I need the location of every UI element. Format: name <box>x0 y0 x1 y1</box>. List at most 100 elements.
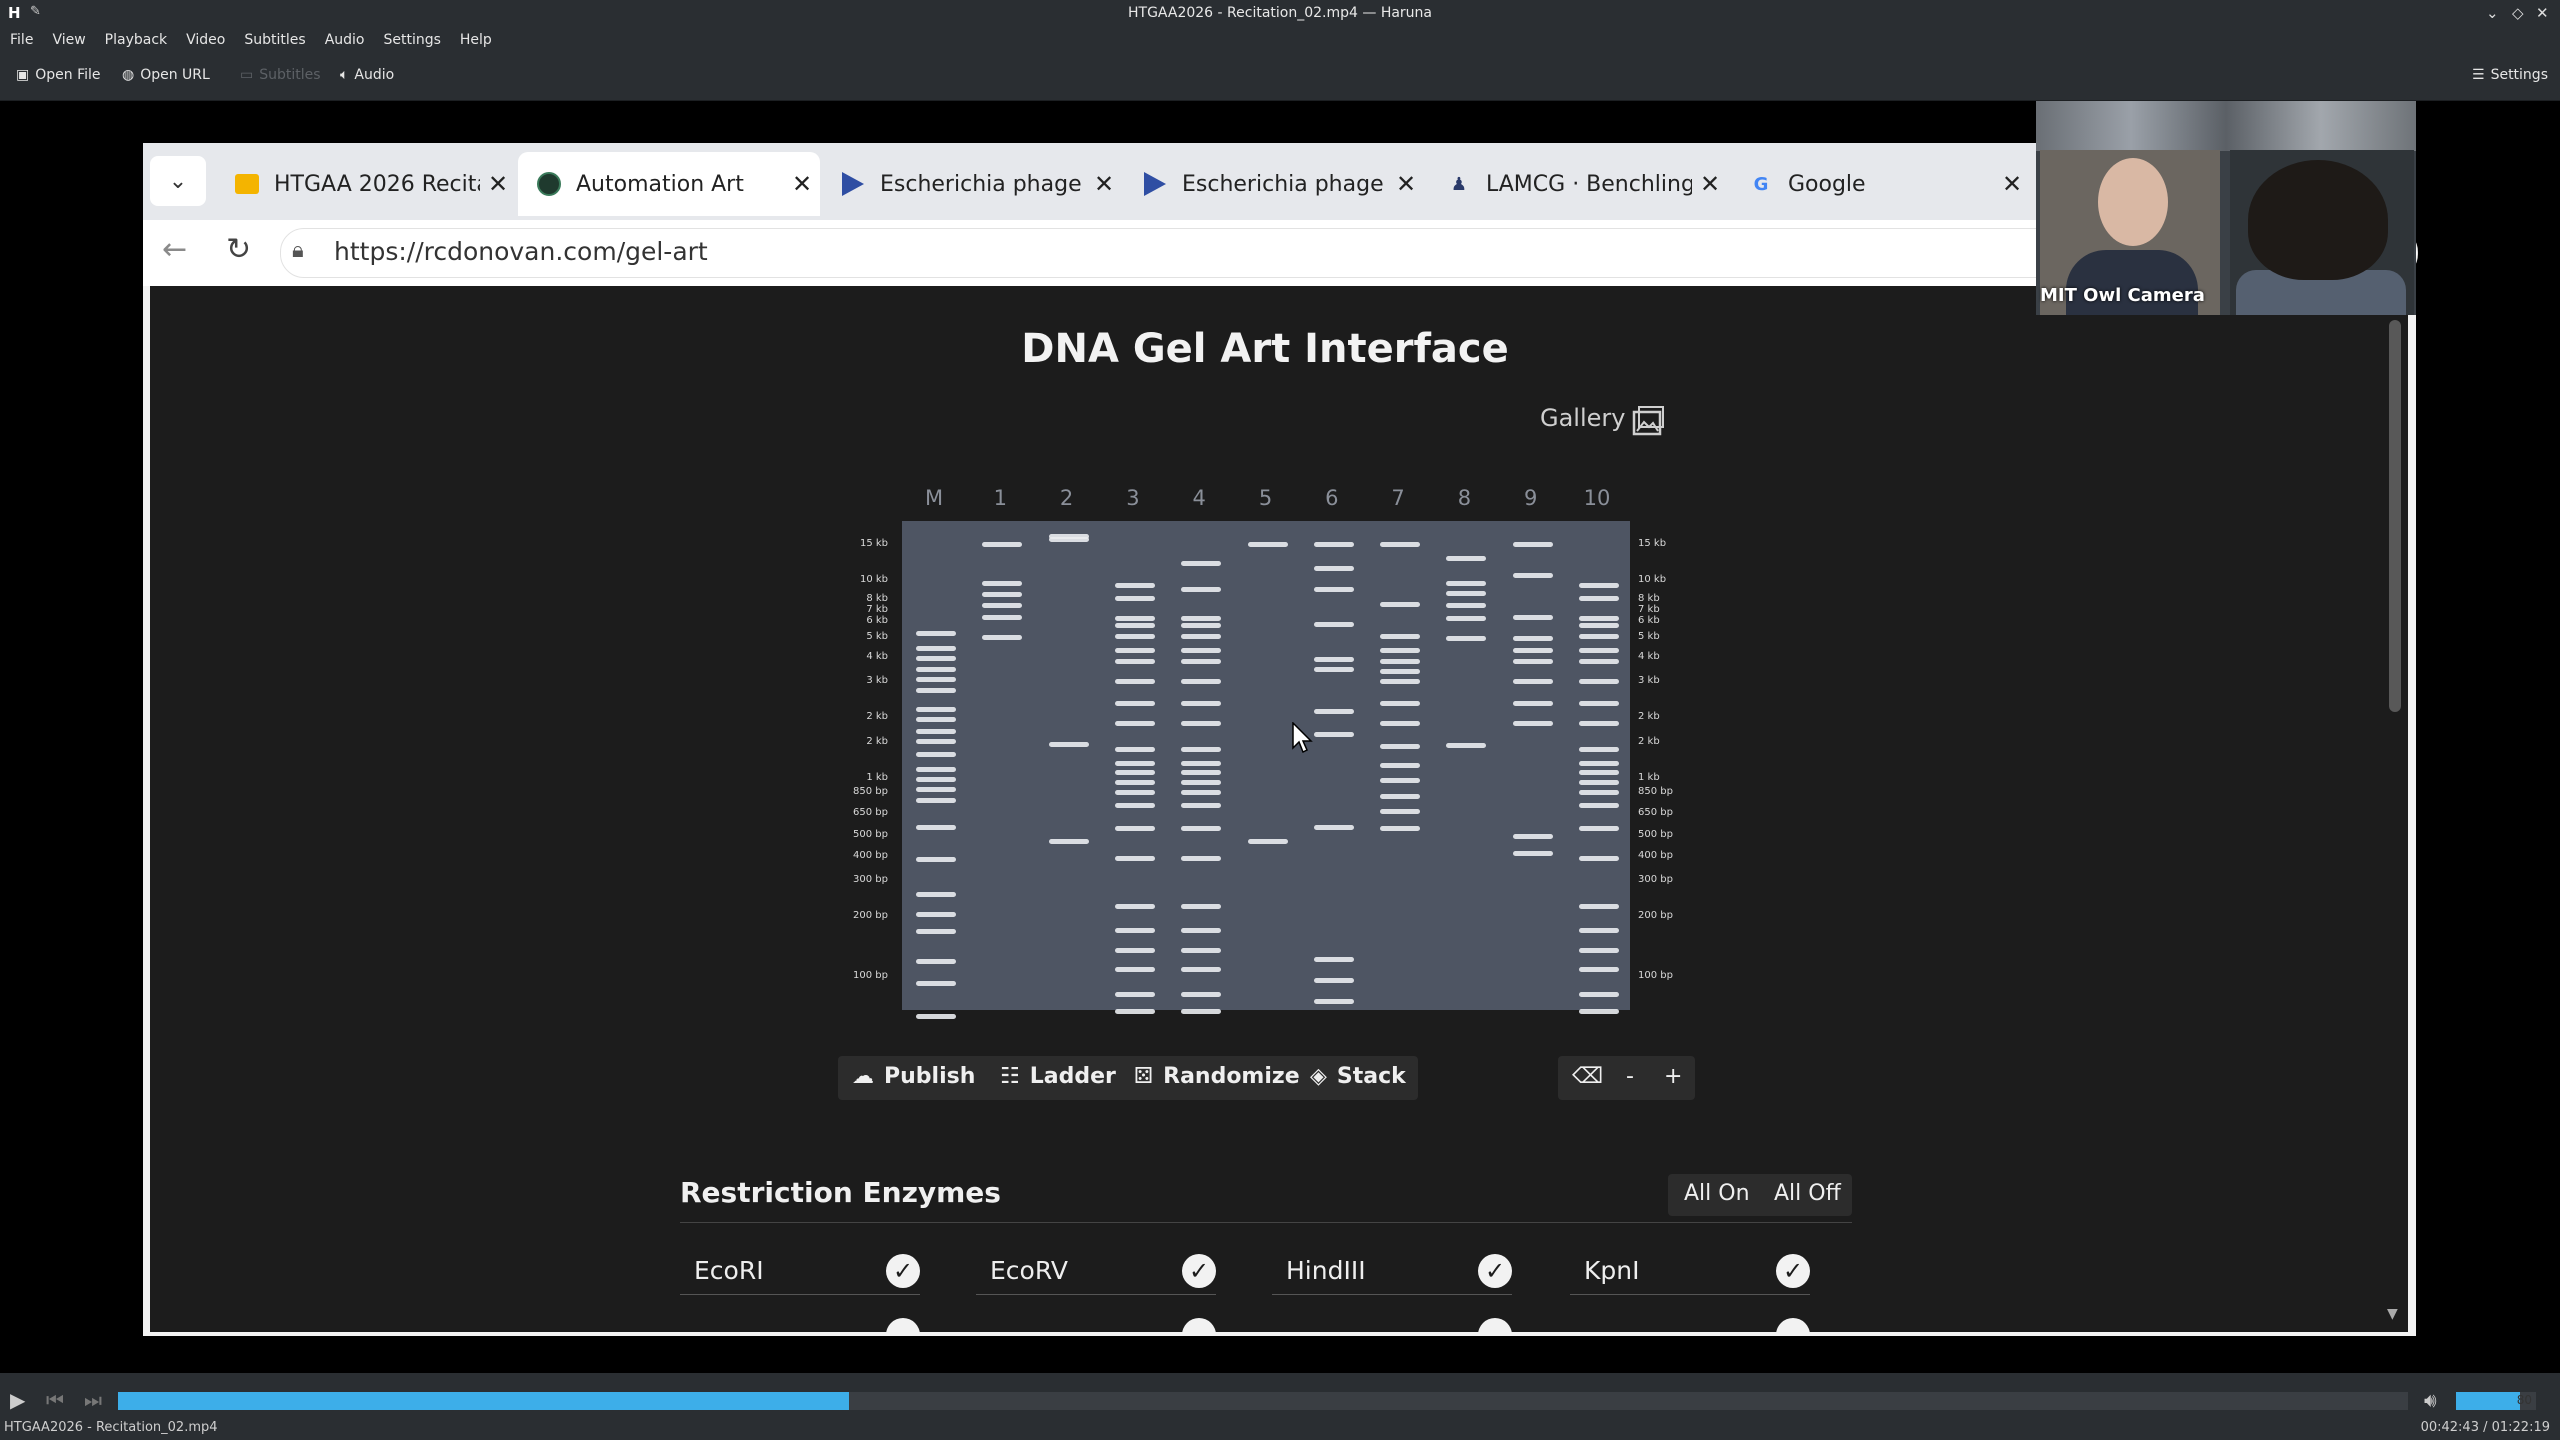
menu-settings[interactable]: Settings <box>383 32 440 48</box>
gel-band[interactable] <box>916 959 956 964</box>
gel-band[interactable] <box>1579 1009 1619 1014</box>
tab-escherichia-phage-1[interactable]: Escherichia phage Lar ✕ <box>822 152 1122 216</box>
gel-band[interactable] <box>1380 542 1421 547</box>
gel-band[interactable] <box>916 646 956 651</box>
gel-band[interactable] <box>1579 701 1619 706</box>
gel-band[interactable] <box>1114 761 1155 766</box>
subtitles-button[interactable]: ▭ Subtitles <box>240 67 321 83</box>
gel-band[interactable] <box>916 857 956 862</box>
gel-band[interactable] <box>1114 992 1155 997</box>
gel-band[interactable] <box>1181 967 1222 972</box>
gel-band[interactable] <box>1579 948 1619 953</box>
gel-band[interactable] <box>916 677 956 682</box>
gel-band[interactable] <box>1114 634 1155 639</box>
randomize-button[interactable]: ⚄ Randomize <box>1134 1064 1300 1089</box>
close-window-icon[interactable]: ✕ <box>2536 4 2549 22</box>
gel-band[interactable] <box>1114 948 1155 953</box>
gel-band[interactable] <box>1313 709 1354 714</box>
gel-band[interactable] <box>916 912 956 917</box>
gel-band[interactable] <box>982 635 1023 640</box>
gel-band[interactable] <box>1181 1009 1222 1014</box>
ladder-button[interactable]: ☷ Ladder <box>1000 1064 1116 1089</box>
gel-band[interactable] <box>1181 826 1222 831</box>
gel-band[interactable] <box>1181 587 1222 592</box>
gel-band[interactable] <box>916 631 956 636</box>
gel-band[interactable] <box>1048 839 1089 844</box>
gel-band[interactable] <box>1313 999 1354 1004</box>
gel-band[interactable] <box>1446 581 1487 586</box>
gel-band[interactable] <box>1446 743 1487 748</box>
gel-band[interactable] <box>1048 742 1089 747</box>
gel-band[interactable] <box>1579 747 1619 752</box>
previous-icon[interactable]: ⏮ <box>46 1388 64 1412</box>
gel-band[interactable] <box>1380 701 1421 706</box>
close-tab-icon[interactable]: ✕ <box>1692 170 1728 198</box>
enzyme-row-partial[interactable] <box>1272 1318 1512 1332</box>
back-icon[interactable]: ← <box>162 232 187 267</box>
checkmark-icon[interactable]: ✓ <box>886 1254 920 1288</box>
menu-subtitles[interactable]: Subtitles <box>244 32 305 48</box>
gel-band[interactable] <box>1512 573 1553 578</box>
gel-band[interactable] <box>1579 659 1619 664</box>
eraser-icon[interactable]: ⌫ <box>1572 1064 1603 1089</box>
gel-band[interactable] <box>916 656 956 661</box>
gel-band[interactable] <box>982 581 1023 586</box>
gel-band[interactable] <box>1512 615 1553 620</box>
gel-band[interactable] <box>916 929 956 934</box>
gel-band[interactable] <box>1446 616 1487 621</box>
gel-band[interactable] <box>1181 679 1222 684</box>
volume-icon[interactable]: 🔊︎ <box>2424 1388 2437 1412</box>
gel-band[interactable] <box>1512 701 1553 706</box>
gel-band[interactable] <box>982 603 1023 608</box>
checkmark-icon[interactable] <box>886 1318 920 1332</box>
gel-band[interactable] <box>1114 659 1155 664</box>
gel-band[interactable] <box>1048 537 1089 542</box>
gel-band[interactable] <box>1512 542 1553 547</box>
page-scrollbar[interactable] <box>2389 320 2401 712</box>
zoom-out-button[interactable]: - <box>1626 1064 1634 1089</box>
gel-band[interactable] <box>1114 967 1155 972</box>
gel-band[interactable] <box>1114 616 1155 621</box>
gel-band[interactable] <box>1579 648 1619 653</box>
gel-band[interactable] <box>916 667 956 672</box>
scroll-down-icon[interactable]: ▼ <box>2387 1306 2398 1322</box>
enzyme-row-partial[interactable] <box>680 1318 920 1332</box>
next-icon[interactable]: ⏭ <box>84 1388 102 1412</box>
gel-band[interactable] <box>1181 803 1222 808</box>
menu-video[interactable]: Video <box>186 32 225 48</box>
gel-band[interactable] <box>1181 948 1222 953</box>
checkmark-icon[interactable] <box>1182 1318 1216 1332</box>
gel-band[interactable] <box>1181 780 1222 785</box>
gel-band[interactable] <box>1313 587 1354 592</box>
gel-band[interactable] <box>1380 826 1421 831</box>
gel-band[interactable] <box>1579 583 1619 588</box>
gel-band[interactable] <box>916 767 956 772</box>
gel-band[interactable] <box>1579 992 1619 997</box>
checkmark-icon[interactable] <box>1776 1318 1810 1332</box>
maximize-icon[interactable]: ◇ <box>2512 4 2524 22</box>
gel-band[interactable] <box>1579 803 1619 808</box>
gel-band[interactable] <box>1114 596 1155 601</box>
gel-band[interactable] <box>1380 659 1421 664</box>
gel-band[interactable] <box>1114 856 1155 861</box>
close-tab-icon[interactable]: ✕ <box>784 170 820 198</box>
zoom-in-button[interactable]: + <box>1664 1064 1682 1089</box>
checkmark-icon[interactable]: ✓ <box>1776 1254 1810 1288</box>
tab-google[interactable]: G Google ✕ <box>1730 152 2030 216</box>
gel-band[interactable] <box>1380 669 1421 674</box>
gel-band[interactable] <box>1181 770 1222 775</box>
gel-band[interactable] <box>1114 701 1155 706</box>
gel-band[interactable] <box>1512 636 1553 641</box>
gel-band[interactable] <box>1114 583 1155 588</box>
gel-band[interactable] <box>1579 826 1619 831</box>
close-tab-icon[interactable]: ✕ <box>480 170 516 198</box>
enzyme-row-partial[interactable] <box>976 1318 1216 1332</box>
gel-band[interactable] <box>1313 978 1354 983</box>
gel-band[interactable] <box>1579 770 1619 775</box>
gel-band[interactable] <box>1181 721 1222 726</box>
gallery-link[interactable]: Gallery <box>1540 404 1625 432</box>
gel-band[interactable] <box>1579 679 1619 684</box>
gel-band[interactable] <box>1114 770 1155 775</box>
gel-band[interactable] <box>1114 747 1155 752</box>
gel-band[interactable] <box>916 717 956 722</box>
